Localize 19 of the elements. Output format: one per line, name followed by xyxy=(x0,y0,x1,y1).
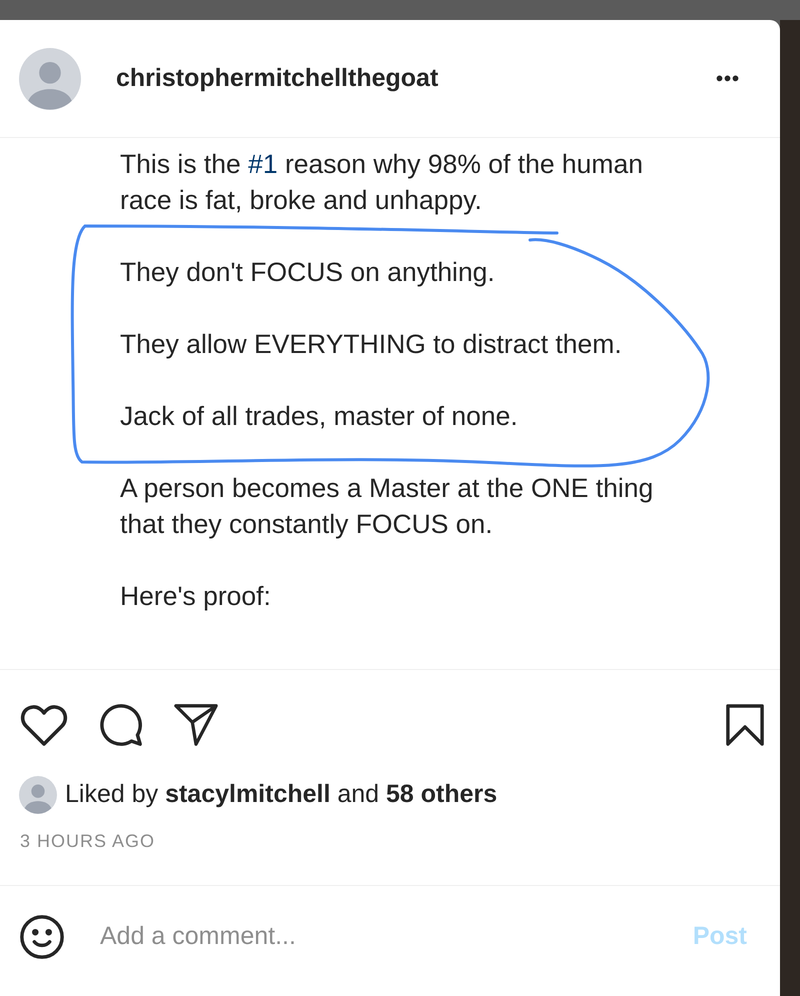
comment-icon[interactable] xyxy=(98,702,144,748)
username[interactable]: christophermitchellthegoat xyxy=(116,60,438,98)
liker-avatar-icon xyxy=(19,776,57,814)
avatar-icon xyxy=(19,48,81,110)
likes-text: Liked by stacylmitchell and 58 others xyxy=(65,779,498,810)
hashtag-link[interactable]: #1 xyxy=(248,149,278,179)
more-button[interactable]: ••• xyxy=(716,64,740,94)
caption-paragraph: They don't FOCUS on anything. xyxy=(120,256,496,289)
post-time: 3 HOURS AGO xyxy=(20,830,156,853)
caption-paragraph: A person becomes a Master at the ONE thing that they constantly FOCUS on. xyxy=(120,472,654,541)
heart-icon[interactable] xyxy=(20,704,68,746)
bookmark-icon[interactable] xyxy=(726,704,764,746)
comment-field[interactable]: Add a comment... xyxy=(100,918,693,956)
emoji-icon[interactable] xyxy=(19,914,65,960)
send-icon[interactable] xyxy=(174,704,218,746)
caption-paragraph: Jack of all trades, master of none. xyxy=(120,400,519,433)
caption-paragraph: They allow EVERYTHING to distract them. xyxy=(120,328,623,361)
caption-paragraph: This is the #1 reason why 98% of the human race is fat, broke and unhappy. xyxy=(120,148,644,217)
caption-paragraph: Here's proof: xyxy=(120,580,272,613)
